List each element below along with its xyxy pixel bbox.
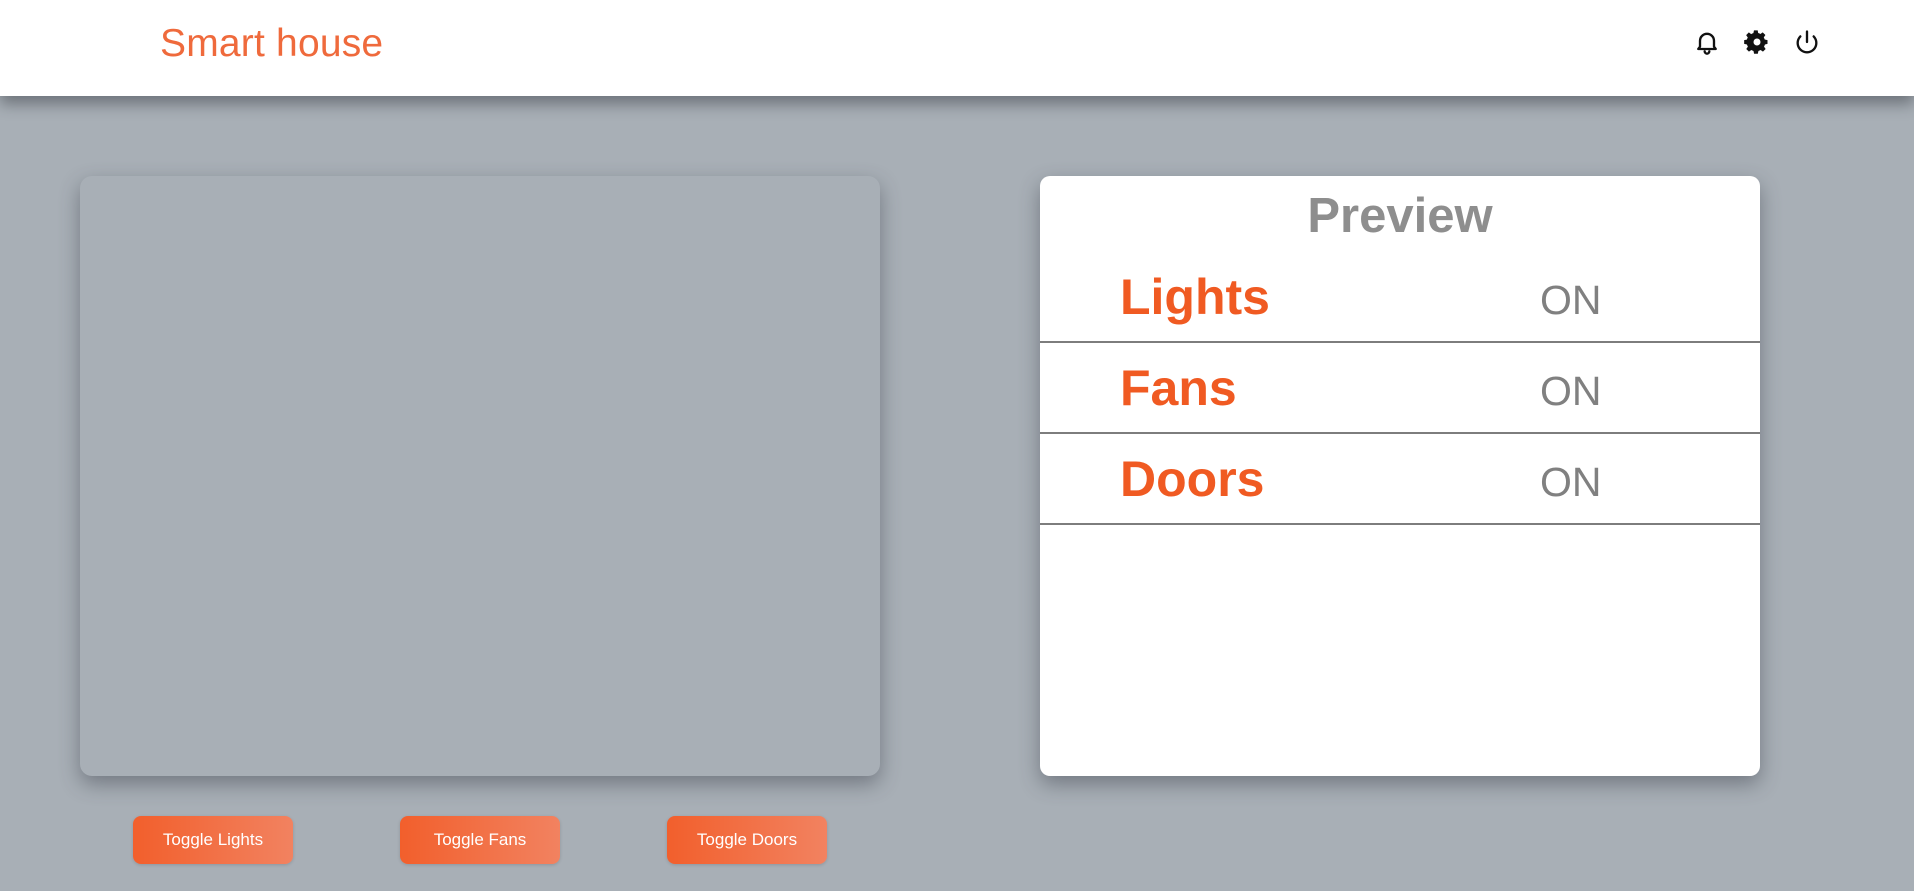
top-icons — [1692, 27, 1822, 57]
preview-title: Preview — [1307, 189, 1493, 243]
gear-icon[interactable] — [1742, 27, 1772, 57]
toggle-lights-button[interactable]: Toggle Lights — [133, 816, 293, 864]
power-icon[interactable] — [1792, 27, 1822, 57]
device-name: Fans — [1120, 360, 1237, 416]
app-title: Smart house — [160, 22, 384, 65]
device-status: ON — [1540, 368, 1602, 414]
preview-card: Preview Lights ON Fans ON Doors ON — [1040, 176, 1760, 776]
house-view-panel — [80, 176, 880, 776]
toggle-doors-button[interactable]: Toggle Doors — [667, 816, 827, 864]
preview-row-fans: Fans ON — [1040, 343, 1760, 434]
device-name: Lights — [1120, 269, 1270, 325]
device-status: ON — [1540, 459, 1602, 505]
preview-row-lights: Lights ON — [1040, 252, 1760, 343]
preview-list: Lights ON Fans ON Doors ON — [1040, 252, 1760, 525]
preview-row-doors: Doors ON — [1040, 434, 1760, 525]
top-app-bar: Smart house — [0, 0, 1914, 96]
device-status: ON — [1540, 277, 1602, 323]
toggle-fans-button[interactable]: Toggle Fans — [400, 816, 560, 864]
bell-icon[interactable] — [1692, 27, 1722, 57]
device-name: Doors — [1120, 451, 1265, 507]
